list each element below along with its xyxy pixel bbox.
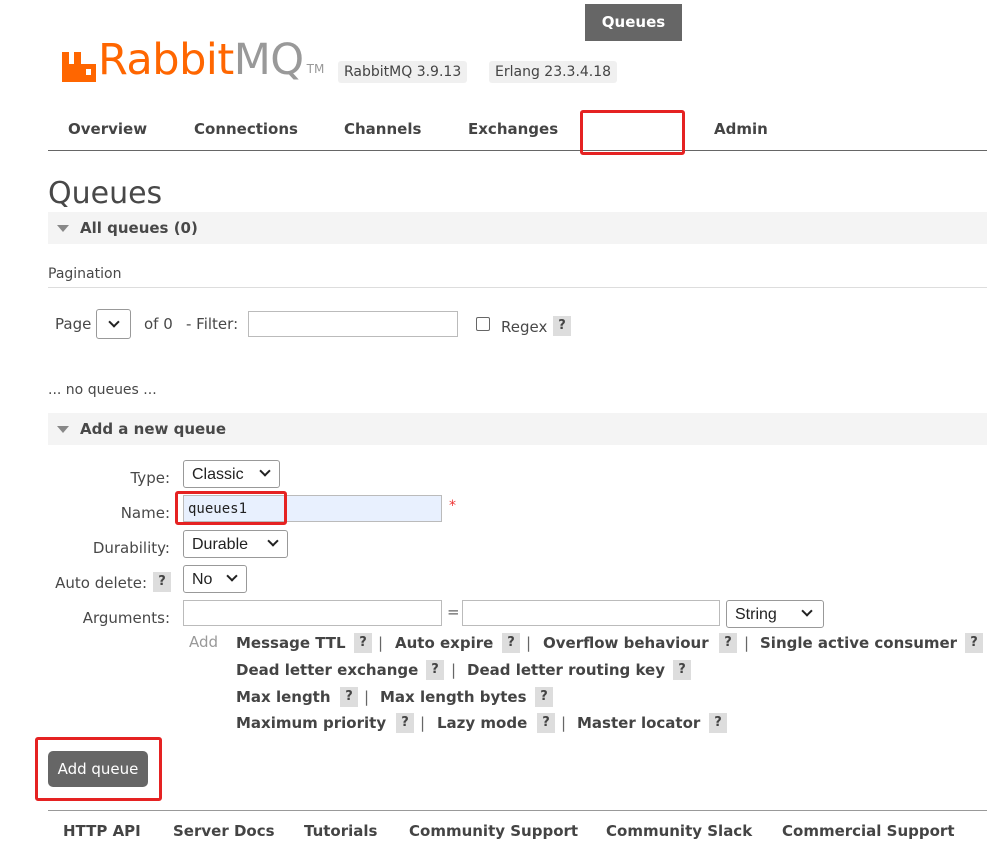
single-active-help-icon[interactable]: ? — [965, 633, 983, 653]
auto-delete-label: Auto delete: — [55, 574, 147, 592]
collapse-triangle-icon — [57, 225, 69, 232]
argument-type-select[interactable]: String — [726, 600, 824, 628]
auto-delete-help-icon[interactable]: ? — [153, 572, 171, 592]
logo-trademark: TM — [306, 62, 325, 76]
lazy-mode-help-icon[interactable]: ? — [537, 713, 555, 733]
page-count: of 0 — [144, 315, 173, 333]
rabbitmq-logo: RabbitMQ TM — [62, 38, 324, 82]
tab-admin[interactable]: Admin — [714, 120, 768, 138]
arg-link-message-ttl[interactable]: Message TTL — [236, 634, 346, 652]
footer-link-community-slack[interactable]: Community Slack — [606, 822, 752, 840]
filter-label: - Filter: — [186, 315, 239, 333]
type-label: Type: — [130, 469, 170, 487]
footer-link-server-docs[interactable]: Server Docs — [173, 822, 275, 840]
page-label: Page — [55, 315, 92, 333]
tab-overview[interactable]: Overview — [68, 120, 147, 138]
add-argument-label: Add — [189, 633, 219, 651]
required-marker: * — [449, 498, 456, 514]
highlight-name-input — [175, 491, 287, 525]
erlang-version-badge: Erlang 23.3.4.18 — [489, 61, 618, 83]
highlight-queues-tab — [580, 110, 685, 155]
argument-value-input[interactable] — [462, 600, 720, 626]
arg-link-lazy-mode[interactable]: Lazy mode — [437, 714, 527, 732]
max-length-bytes-help-icon[interactable]: ? — [535, 687, 553, 707]
regex-checkbox[interactable] — [476, 317, 490, 331]
divider — [48, 287, 987, 288]
logo-text: RabbitMQ — [98, 35, 304, 85]
arguments-label: Arguments: — [82, 609, 170, 627]
add-queue-section-toggle[interactable]: Add a new queue — [48, 413, 987, 445]
arg-link-single-active-consumer[interactable]: Single active consumer — [760, 634, 957, 652]
dlx-help-icon[interactable]: ? — [426, 660, 444, 680]
durability-label: Durability: — [92, 539, 170, 557]
master-locator-help-icon[interactable]: ? — [709, 713, 727, 733]
rabbitmq-logo-icon — [62, 48, 96, 82]
footer-link-community-support[interactable]: Community Support — [409, 822, 578, 840]
max-priority-help-icon[interactable]: ? — [396, 713, 414, 733]
footer-link-commercial-support[interactable]: Commercial Support — [782, 822, 955, 840]
arg-link-max-length-bytes[interactable]: Max length bytes — [380, 688, 527, 706]
auto-expire-help-icon[interactable]: ? — [502, 633, 520, 653]
tab-connections[interactable]: Connections — [194, 120, 298, 138]
name-label: Name: — [120, 504, 170, 522]
dlrk-help-icon[interactable]: ? — [673, 660, 691, 680]
auto-delete-select[interactable]: No — [183, 565, 247, 593]
highlight-add-queue-button — [35, 737, 162, 801]
page-select[interactable] — [96, 309, 131, 339]
max-length-help-icon[interactable]: ? — [340, 687, 358, 707]
overflow-help-icon[interactable]: ? — [719, 633, 737, 653]
arg-link-maximum-priority[interactable]: Maximum priority — [236, 714, 386, 732]
regex-help-icon[interactable]: ? — [553, 316, 571, 336]
arg-link-dead-letter-exchange[interactable]: Dead letter exchange — [236, 661, 418, 679]
filter-input[interactable] — [248, 311, 458, 337]
add-queue-section-label: Add a new queue — [80, 420, 227, 438]
tab-exchanges[interactable]: Exchanges — [468, 120, 558, 138]
all-queues-section-toggle[interactable]: All queues (0) — [48, 212, 987, 244]
arg-link-overflow-behaviour[interactable]: Overflow behaviour — [543, 634, 709, 652]
arg-link-max-length[interactable]: Max length — [236, 688, 331, 706]
empty-message: ... no queues ... — [48, 382, 157, 398]
durability-select[interactable]: Durable — [183, 530, 288, 558]
footer-link-tutorials[interactable]: Tutorials — [304, 822, 377, 840]
argument-key-input[interactable] — [183, 600, 442, 626]
tab-channels[interactable]: Channels — [344, 120, 421, 138]
message-ttl-help-icon[interactable]: ? — [354, 633, 372, 653]
footer-divider — [48, 810, 987, 811]
equals-sign: = — [447, 603, 460, 621]
arg-link-dead-letter-routing-key[interactable]: Dead letter routing key — [467, 661, 665, 679]
footer-link-http-api[interactable]: HTTP API — [63, 822, 141, 840]
all-queues-label: All queues (0) — [80, 219, 198, 237]
main-nav: Overview Connections Channels Exchanges … — [48, 110, 987, 151]
pagination-heading: Pagination — [48, 266, 122, 282]
tab-queues[interactable]: Queues — [585, 4, 682, 41]
collapse-triangle-icon — [57, 426, 69, 433]
regex-label: Regex — [501, 318, 548, 336]
arg-link-master-locator[interactable]: Master locator — [577, 714, 700, 732]
arg-link-auto-expire[interactable]: Auto expire — [395, 634, 493, 652]
type-select[interactable]: Classic — [183, 460, 280, 488]
page-title: Queues — [48, 176, 163, 211]
rabbitmq-version-badge: RabbitMQ 3.9.13 — [338, 61, 468, 83]
